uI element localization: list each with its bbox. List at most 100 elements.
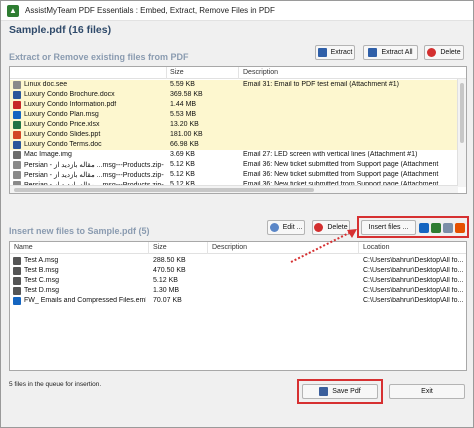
insert-files-highlight-box bbox=[357, 216, 469, 238]
file-name: Luxury Condo Price.xlsx bbox=[24, 121, 100, 128]
file-size: 288.50 KB bbox=[153, 257, 186, 264]
file-description: Email 36: New ticket submitted from Supp… bbox=[243, 161, 439, 168]
file-size: 1.30 MB bbox=[153, 287, 180, 294]
powerpoint-file-icon bbox=[13, 131, 21, 139]
table-row[interactable]: Linux doc.see 5.59 KB Email 31: Email to P… bbox=[10, 80, 466, 90]
title-bar: ▲ AssistMyTeam PDF Essentials : Embed, E… bbox=[1, 1, 473, 21]
delete-existing-button-label: Delete bbox=[440, 49, 461, 56]
table-row[interactable]: Luxury Condo Price.xlsx 13.20 KB bbox=[10, 120, 466, 130]
delete-existing-button[interactable]: Delete bbox=[424, 45, 464, 60]
table-row[interactable]: Luxury Condo Brochure.docx 369.58 KB bbox=[10, 90, 466, 100]
existing-files-header: Size Description bbox=[10, 67, 466, 79]
column-header-size: Size bbox=[153, 244, 167, 251]
file-name: Test C.msg bbox=[24, 277, 60, 284]
outlook-file-icon bbox=[13, 297, 21, 305]
file-name: Mac Image.img bbox=[24, 151, 72, 158]
email-file-icon bbox=[13, 257, 21, 265]
file-size: 369.58 KB bbox=[170, 91, 203, 98]
generic-file-icon bbox=[13, 81, 21, 89]
save-pdf-highlight-box bbox=[297, 379, 383, 404]
file-size: 5.12 KB bbox=[170, 161, 195, 168]
column-header-size: Size bbox=[170, 69, 184, 76]
image-file-icon bbox=[13, 151, 21, 159]
list-item[interactable]: Test A.msg 288.50 KB C:\Users\bahrur\Deskt… bbox=[10, 256, 466, 266]
existing-files-table[interactable]: Size Description Linux doc.see 5.59 KB Ema… bbox=[9, 66, 467, 194]
app-window: ▲ AssistMyTeam PDF Essentials : Embed, E… bbox=[0, 0, 474, 428]
file-name: Luxury Condo Information.pdf bbox=[24, 101, 117, 108]
extract-all-button-label: Extract All bbox=[381, 49, 413, 56]
column-header-name: Name bbox=[14, 244, 33, 251]
pdf-file-icon bbox=[13, 101, 21, 109]
file-location: C:\Users\bahrur\Desktop\All fo... bbox=[363, 277, 464, 284]
file-size: 66.98 KB bbox=[170, 141, 199, 148]
insert-section-label: Insert new files to Sample.pdf (5) bbox=[9, 226, 150, 236]
file-name: Persian - مقاله بازدید از ...msg---Produ… bbox=[24, 172, 164, 179]
file-name: Luxury Condo Brochure.docx bbox=[24, 91, 115, 98]
file-description: Email 27: LED screen with vertical lines… bbox=[243, 151, 418, 158]
file-location: C:\Users\bahrur\Desktop\All fo... bbox=[363, 257, 464, 264]
outlook-file-icon bbox=[13, 111, 21, 119]
word-file-icon bbox=[13, 141, 21, 149]
table-row[interactable]: Luxury Condo Plan.msg 5.53 MB bbox=[10, 110, 466, 120]
file-size: 3.69 KB bbox=[170, 151, 195, 158]
extract-all-button[interactable]: Extract All bbox=[363, 45, 418, 60]
extract-section-label: Extract or Remove existing files from PD… bbox=[9, 52, 189, 62]
queue-status: 5 files in the queue for insertion. bbox=[9, 381, 102, 388]
table-row[interactable]: Luxury Condo Terms.doc 66.98 KB bbox=[10, 140, 466, 150]
table-row[interactable]: Luxury Condo Slides.ppt 181.00 KB bbox=[10, 130, 466, 140]
file-name: Luxury Condo Plan.msg bbox=[24, 111, 99, 118]
existing-files-vertical-scrollbar[interactable] bbox=[457, 79, 466, 187]
excel-file-icon bbox=[13, 121, 21, 129]
column-header-location: Location bbox=[363, 244, 390, 251]
file-name: FW_ Emails and Compressed Files.eml bbox=[24, 297, 146, 304]
file-size: 1.44 MB bbox=[170, 101, 197, 108]
generic-file-icon bbox=[13, 161, 21, 169]
file-size: 70.07 KB bbox=[153, 297, 182, 304]
table-row[interactable]: Persian - مقاله بازدید از ...msg---Produ… bbox=[10, 160, 466, 170]
list-item[interactable]: Test D.msg 1.30 MB C:\Users\bahrur\Desktop… bbox=[10, 286, 466, 296]
file-name: Test D.msg bbox=[24, 287, 60, 294]
file-description: Email 36: New ticket submitted from Supp… bbox=[243, 171, 439, 178]
file-name: Persian - مقاله بازدید از ...msg---Produ… bbox=[24, 162, 164, 169]
file-name: Luxury Condo Slides.ppt bbox=[24, 131, 101, 138]
list-item[interactable]: Test B.msg 470.50 KB C:\Users\bahrur\Deskt… bbox=[10, 266, 466, 276]
pdf-title: Sample.pdf (16 files) bbox=[9, 24, 112, 36]
file-size: 5.59 KB bbox=[170, 81, 195, 88]
table-row[interactable]: Persian - مقاله بازدید از ...msg---Produ… bbox=[10, 170, 466, 180]
generic-file-icon bbox=[13, 171, 21, 179]
existing-files-horizontal-scrollbar[interactable] bbox=[10, 185, 458, 193]
file-size: 5.53 MB bbox=[170, 111, 197, 118]
exit-button-label: Exit bbox=[421, 388, 433, 395]
email-file-icon bbox=[13, 277, 21, 285]
queued-files-header: Name Size Description Location bbox=[10, 242, 466, 254]
extract-icon bbox=[317, 48, 327, 57]
extract-button-label: Extract bbox=[330, 49, 353, 56]
edit-icon bbox=[269, 223, 279, 232]
file-location: C:\Users\bahrur\Desktop\All fo... bbox=[363, 267, 464, 274]
list-item[interactable]: FW_ Emails and Compressed Files.eml 70.07… bbox=[10, 296, 466, 306]
list-item[interactable]: Test C.msg 5.12 KB C:\Users\bahrur\Desktop… bbox=[10, 276, 466, 286]
table-row[interactable]: Luxury Condo Information.pdf 1.44 MB bbox=[10, 100, 466, 110]
annotation-arrow-icon bbox=[290, 229, 357, 263]
extract-button[interactable]: Extract bbox=[315, 45, 355, 60]
file-description: Email 31: Email to PDF test email (Attac… bbox=[243, 81, 399, 88]
app-logo-icon: ▲ bbox=[7, 5, 19, 17]
email-file-icon bbox=[13, 287, 21, 295]
file-size: 181.00 KB bbox=[170, 131, 203, 138]
file-size: 5.12 KB bbox=[170, 171, 195, 178]
word-file-icon bbox=[13, 91, 21, 99]
delete-icon bbox=[427, 48, 437, 57]
file-size: 470.50 KB bbox=[153, 267, 186, 274]
file-name: Luxury Condo Terms.doc bbox=[24, 141, 102, 148]
extract-all-icon bbox=[368, 48, 378, 57]
column-header-description: Description bbox=[212, 244, 248, 251]
queued-files-table[interactable]: Name Size Description Location Test A.ms… bbox=[9, 241, 467, 371]
file-name: Linux doc.see bbox=[24, 81, 68, 88]
table-row[interactable]: Mac Image.img 3.69 KB Email 27: LED screen… bbox=[10, 150, 466, 160]
file-size: 13.20 KB bbox=[170, 121, 199, 128]
email-file-icon bbox=[13, 267, 21, 275]
file-name: Test A.msg bbox=[24, 257, 59, 264]
file-location: C:\Users\bahrur\Desktop\All fo... bbox=[363, 287, 464, 294]
exit-button[interactable]: Exit bbox=[389, 384, 465, 399]
column-header-description: Description bbox=[243, 69, 279, 76]
